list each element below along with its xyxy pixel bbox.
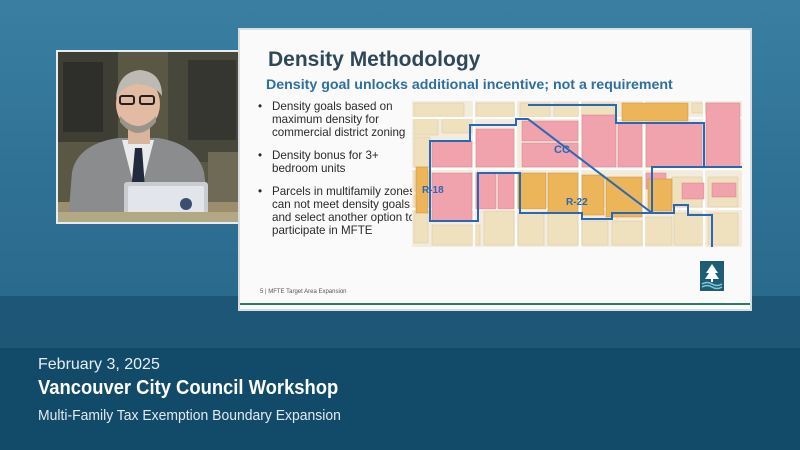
bullet-item: Parcels in multifamily zones can not mee… [258,185,416,237]
bullet-item: Density goals based on maximum density f… [258,100,416,139]
caption-title: Vancouver City Council Workshop [38,377,339,399]
map-label-r18: R-18 [422,185,444,196]
caption-date: February 3, 2025 [38,356,160,373]
zoning-map: CC R-18 R-22 [412,101,742,247]
presenter-image [58,52,240,222]
slide-footer: 5 | MFTE Target Area Expansion [260,289,347,295]
vancouver-tree-logo-icon [700,261,724,291]
presenter-video-feed [56,50,242,224]
caption-subtitle: Multi-Family Tax Exemption Boundary Expa… [38,407,341,424]
map-label-r22: R-22 [566,197,588,208]
slide-subtitle: Density goal unlocks additional incentiv… [266,77,673,93]
bullet-item: Density bonus for 3+ bedroom units [258,149,416,175]
slide-bullet-list: Density goals based on maximum density f… [258,100,416,247]
presentation-slide: Density Methodology Density goal unlocks… [238,28,752,311]
map-label-cc: CC [554,144,570,156]
slide-title: Density Methodology [268,48,481,71]
slide-footer-rule [240,303,750,305]
